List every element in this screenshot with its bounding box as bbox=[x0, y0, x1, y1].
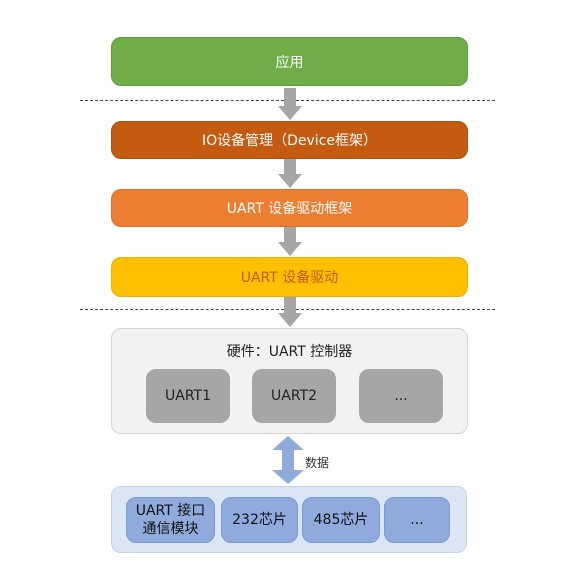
uart-device-driver-layer: UART 设备驱动 bbox=[111, 257, 468, 297]
uart-device-driver-label: UART 设备驱动 bbox=[240, 270, 339, 286]
bidirectional-data-arrow bbox=[272, 436, 304, 484]
down-arrow-3 bbox=[278, 227, 302, 256]
more-interface: ... bbox=[384, 497, 450, 543]
uart-driver-framework-label: UART 设备驱动框架 bbox=[226, 201, 353, 217]
uart2-label: UART2 bbox=[271, 388, 317, 404]
more-uart-block: ... bbox=[359, 369, 443, 423]
down-arrow-2 bbox=[278, 159, 302, 188]
down-arrow-1 bbox=[278, 88, 302, 120]
chip-232: 232芯片 bbox=[221, 497, 298, 543]
uart2-block: UART2 bbox=[252, 369, 336, 423]
uart-driver-framework-layer: UART 设备驱动框架 bbox=[111, 189, 468, 227]
uart-interface-line1: UART 接口 bbox=[135, 503, 206, 519]
application-label: 应用 bbox=[275, 54, 304, 71]
uart1-block: UART1 bbox=[146, 369, 230, 423]
io-device-manager-label: IO设备管理（Device框架） bbox=[201, 133, 378, 149]
data-label: 数据 bbox=[305, 456, 330, 470]
interface-modules: UART 接口 通信模块 232芯片 485芯片 ... bbox=[111, 486, 467, 553]
more-uart-label: ... bbox=[394, 388, 408, 404]
uart1-label: UART1 bbox=[165, 388, 211, 404]
uart-interface-module: UART 接口 通信模块 bbox=[126, 497, 215, 543]
io-device-manager-layer: IO设备管理（Device框架） bbox=[111, 121, 468, 159]
uart-interface-line2: 通信模块 bbox=[142, 521, 199, 537]
chip-232-label: 232芯片 bbox=[232, 512, 287, 528]
hardware-title: 硬件：UART 控制器 bbox=[226, 344, 353, 360]
application-layer: 应用 bbox=[111, 37, 468, 86]
hardware-uart-controller: 硬件：UART 控制器 UART1 UART2 ... bbox=[111, 328, 468, 434]
more-interface-label: ... bbox=[410, 512, 424, 528]
chip-485-label: 485芯片 bbox=[313, 512, 369, 528]
down-arrow-4 bbox=[278, 297, 302, 327]
chip-485: 485芯片 bbox=[302, 497, 380, 543]
